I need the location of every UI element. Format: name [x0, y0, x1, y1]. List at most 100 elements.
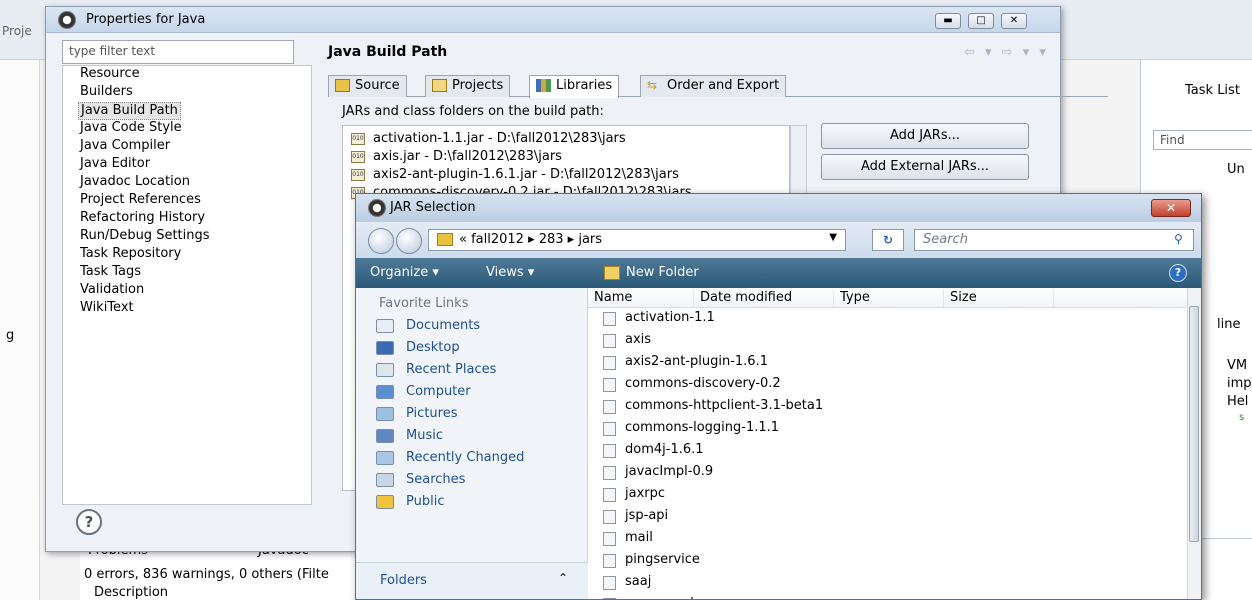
- file-row[interactable]: axis: [603, 332, 651, 348]
- file-icon: [603, 356, 616, 370]
- search-input[interactable]: Search: [914, 229, 1194, 251]
- link-desktop[interactable]: Desktop: [376, 340, 460, 355]
- left-letter: g: [6, 328, 15, 343]
- refresh-icon[interactable]: ↻: [872, 229, 904, 251]
- file-icon: [603, 466, 616, 480]
- outline-tab[interactable]: line: [1217, 317, 1240, 332]
- tree-item-refactoring-history[interactable]: Refactoring History: [80, 210, 205, 228]
- eclipse-icon: [368, 199, 386, 217]
- link-public[interactable]: Public: [376, 494, 444, 509]
- projects-folder-icon: [432, 79, 447, 92]
- new-folder-button[interactable]: New Folder: [626, 265, 699, 280]
- file-row[interactable]: mail: [603, 530, 653, 546]
- search-icon[interactable]: ⚲: [1174, 232, 1183, 246]
- libraries-icon: [536, 79, 551, 92]
- recent-places-icon: [376, 363, 394, 377]
- file-row[interactable]: axis2-ant-plugin-1.6.1: [603, 354, 768, 370]
- tree-item-run-debug-settings[interactable]: Run/Debug Settings: [80, 228, 210, 246]
- task-list-title[interactable]: Task List: [1185, 83, 1240, 98]
- add-external-jars-button[interactable]: Add External JARs...: [821, 154, 1029, 180]
- link-computer[interactable]: Computer: [376, 384, 471, 399]
- file-row[interactable]: serverpool: [603, 596, 694, 599]
- file-row[interactable]: commons-discovery-0.2: [603, 376, 781, 392]
- add-jars-button[interactable]: Add JARs...: [821, 123, 1029, 149]
- link-music[interactable]: Music: [376, 428, 443, 443]
- folders-toggle[interactable]: Folders ⌃: [356, 562, 588, 599]
- file-row[interactable]: saaj: [603, 574, 651, 590]
- tree-item-resource[interactable]: Resource: [80, 66, 140, 84]
- tree-item-java-editor[interactable]: Java Editor: [80, 156, 150, 174]
- tree-item-javadoc-location[interactable]: Javadoc Location: [80, 174, 190, 192]
- tab-order-and-export[interactable]: ⇆ Order and Export: [640, 75, 787, 97]
- file-row[interactable]: jaxrpc: [603, 486, 665, 502]
- tree-item-task-repository[interactable]: Task Repository: [80, 246, 181, 264]
- file-row[interactable]: commons-logging-1.1.1: [603, 420, 779, 436]
- music-icon: [376, 429, 394, 443]
- file-icon: [603, 334, 616, 348]
- chevron-down-icon[interactable]: ▼: [829, 232, 837, 243]
- list-item[interactable]: 010 axis.jar - D:\fall2012\283\jars: [351, 149, 562, 164]
- file-row[interactable]: commons-httpclient-3.1-beta1: [603, 398, 823, 414]
- column-name[interactable]: Name: [588, 290, 694, 308]
- tree-item-validation[interactable]: Validation: [80, 282, 144, 300]
- file-row[interactable]: activation-1.1: [603, 310, 715, 326]
- tree-item-builders[interactable]: Builders: [80, 84, 133, 102]
- column-size[interactable]: Size: [944, 290, 1054, 308]
- jar-selection-title: JAR Selection: [390, 200, 476, 215]
- tree-item-java-build-path[interactable]: Java Build Path: [78, 102, 181, 120]
- tree-item-java-code-style[interactable]: Java Code Style: [80, 120, 182, 138]
- list-item[interactable]: 010 axis2-ant-plugin-1.6.1.jar - D:\fall2…: [351, 167, 679, 182]
- jar-selection-dialog: JAR Selection ✕ « fall2012 ▸ 283 ▸ jars …: [355, 193, 1202, 600]
- new-folder-icon: [604, 266, 620, 280]
- page-title: Java Build Path: [328, 44, 448, 60]
- file-row[interactable]: jsp-api: [603, 508, 668, 524]
- link-recent-places[interactable]: Recent Places: [376, 362, 496, 377]
- tree-item-project-references[interactable]: Project References: [80, 192, 201, 210]
- minimize-button[interactable]: ▬: [935, 13, 961, 29]
- tree-item-java-compiler[interactable]: Java Compiler: [80, 138, 170, 156]
- file-row[interactable]: dom4j-1.6.1: [603, 442, 704, 458]
- problems-summary: 0 errors, 836 warnings, 0 others (Filte: [84, 567, 329, 582]
- tree-item-wikitext[interactable]: WikiText: [80, 300, 134, 318]
- back-button[interactable]: [368, 228, 394, 254]
- close-button[interactable]: ✕: [1151, 199, 1191, 217]
- outline-item[interactable]: Hel: [1227, 394, 1248, 409]
- outline-item[interactable]: s: [1239, 412, 1244, 423]
- list-item[interactable]: 010 activation-1.1.jar - D:\fall2012\283\…: [351, 131, 626, 146]
- close-button[interactable]: ✕: [1001, 13, 1027, 29]
- tree-item-task-tags[interactable]: Task Tags: [80, 264, 141, 282]
- link-documents[interactable]: Documents: [376, 318, 480, 333]
- tab-source[interactable]: Source: [328, 75, 407, 97]
- folders-label: Folders: [380, 573, 427, 588]
- address-bar[interactable]: « fall2012 ▸ 283 ▸ jars ▼: [428, 229, 846, 251]
- description-column[interactable]: Description: [94, 585, 168, 600]
- folder-icon: [437, 233, 453, 246]
- help-icon[interactable]: ?: [1169, 264, 1187, 282]
- file-icon: [603, 576, 616, 590]
- outline-item[interactable]: imp: [1227, 376, 1252, 391]
- filter-input[interactable]: type filter text: [62, 40, 294, 64]
- maximize-button[interactable]: □: [968, 13, 994, 29]
- views-menu[interactable]: Views ▾: [486, 265, 534, 280]
- column-date-modified[interactable]: Date modified: [694, 290, 834, 308]
- link-recently-changed[interactable]: Recently Changed: [376, 450, 524, 465]
- forward-button[interactable]: [396, 228, 422, 254]
- properties-titlebar: Properties for Java ▬ □ ✕: [46, 7, 1060, 33]
- jar-icon: 010: [351, 133, 365, 145]
- task-find-input[interactable]: Find: [1153, 130, 1252, 150]
- file-row[interactable]: pingservice: [603, 552, 700, 568]
- desktop-icon: [376, 341, 394, 355]
- link-pictures[interactable]: Pictures: [376, 406, 457, 421]
- tab-projects[interactable]: Projects: [425, 75, 511, 97]
- outline-item[interactable]: VM: [1227, 358, 1247, 373]
- link-searches[interactable]: Searches: [376, 472, 465, 487]
- chevron-up-icon: ⌃: [558, 571, 569, 585]
- scrollbar-thumb[interactable]: [1189, 306, 1199, 542]
- tab-libraries[interactable]: Libraries: [529, 75, 620, 98]
- file-row[interactable]: javacImpl-0.9: [603, 464, 713, 480]
- help-icon[interactable]: ?: [76, 509, 102, 535]
- organize-menu[interactable]: Organize ▾: [370, 265, 439, 280]
- column-type[interactable]: Type: [834, 290, 944, 308]
- jar-icon: 010: [351, 169, 365, 181]
- back-forward-arrows[interactable]: ⇦ ▾ ⇨ ▾ ▾: [964, 45, 1049, 60]
